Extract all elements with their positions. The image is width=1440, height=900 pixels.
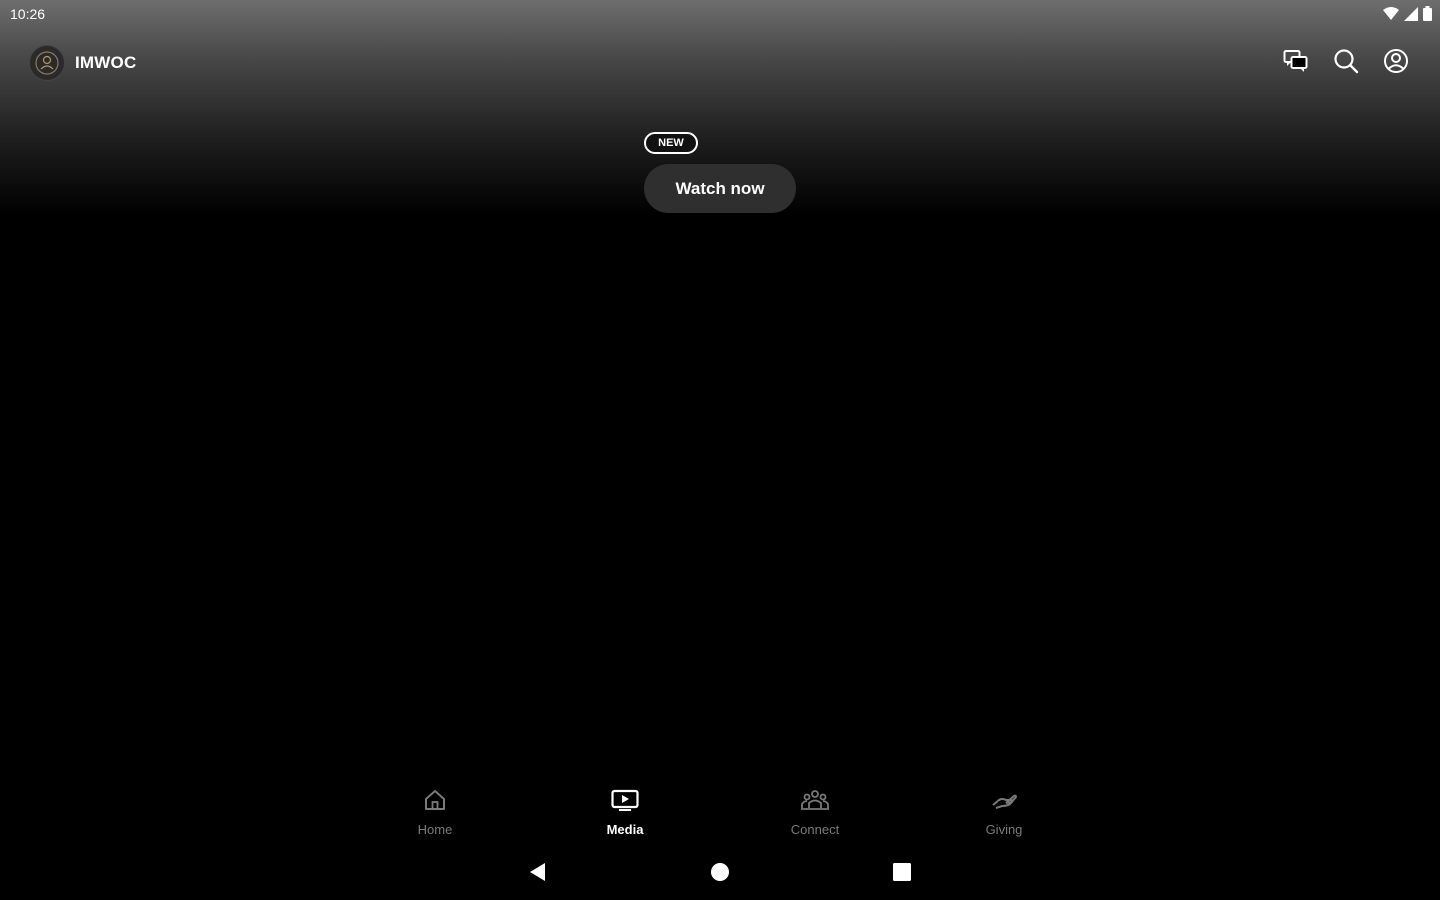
app-name: IMWOC — [75, 53, 137, 72]
back-button[interactable] — [526, 862, 550, 886]
status-time: 10:26 — [10, 6, 46, 22]
media-icon — [611, 788, 639, 817]
cellular-signal-icon — [1404, 6, 1418, 26]
status-bar: 10:26 — [0, 0, 1440, 30]
chat-bubbles-icon — [1283, 49, 1309, 78]
home-system-button[interactable] — [708, 862, 732, 886]
home-icon — [423, 788, 447, 817]
brand[interactable]: IMWOC — [29, 45, 136, 81]
status-icons — [1383, 6, 1432, 26]
nav-label-giving: Giving — [985, 822, 1023, 837]
nav-item-giving[interactable]: Giving — [959, 788, 1049, 837]
system-navigation-bar — [0, 856, 1440, 892]
nav-item-home[interactable]: Home — [390, 788, 480, 837]
profile-button[interactable] — [1382, 48, 1410, 79]
wifi-icon — [1383, 6, 1399, 26]
bottom-navigation: Home Media Connect Giving — [0, 788, 1440, 844]
home-circle-icon — [710, 862, 730, 887]
search-icon — [1333, 48, 1359, 79]
church-logo-icon — [29, 45, 65, 81]
giving-icon — [990, 788, 1018, 817]
messages-button[interactable] — [1282, 49, 1310, 77]
account-circle-icon — [1383, 48, 1409, 79]
header-actions — [1282, 48, 1410, 79]
nav-label-media: Media — [606, 822, 644, 837]
app-header: IMWOC — [0, 40, 1440, 88]
nav-label-connect: Connect — [790, 822, 840, 837]
battery-icon — [1423, 6, 1432, 26]
nav-item-media[interactable]: Media — [580, 788, 670, 837]
back-triangle-icon — [528, 862, 548, 887]
search-button[interactable] — [1332, 48, 1360, 79]
watch-now-button[interactable]: Watch now — [644, 164, 796, 213]
recents-button[interactable] — [890, 862, 914, 886]
nav-label-home: Home — [417, 822, 453, 837]
nav-item-connect[interactable]: Connect — [770, 788, 860, 837]
app-screen: 10:26 IMWOC NEW Watch now Home Media Con… — [0, 0, 1440, 900]
recents-square-icon — [892, 862, 912, 887]
connect-icon — [800, 788, 830, 817]
new-badge: NEW — [644, 132, 698, 154]
